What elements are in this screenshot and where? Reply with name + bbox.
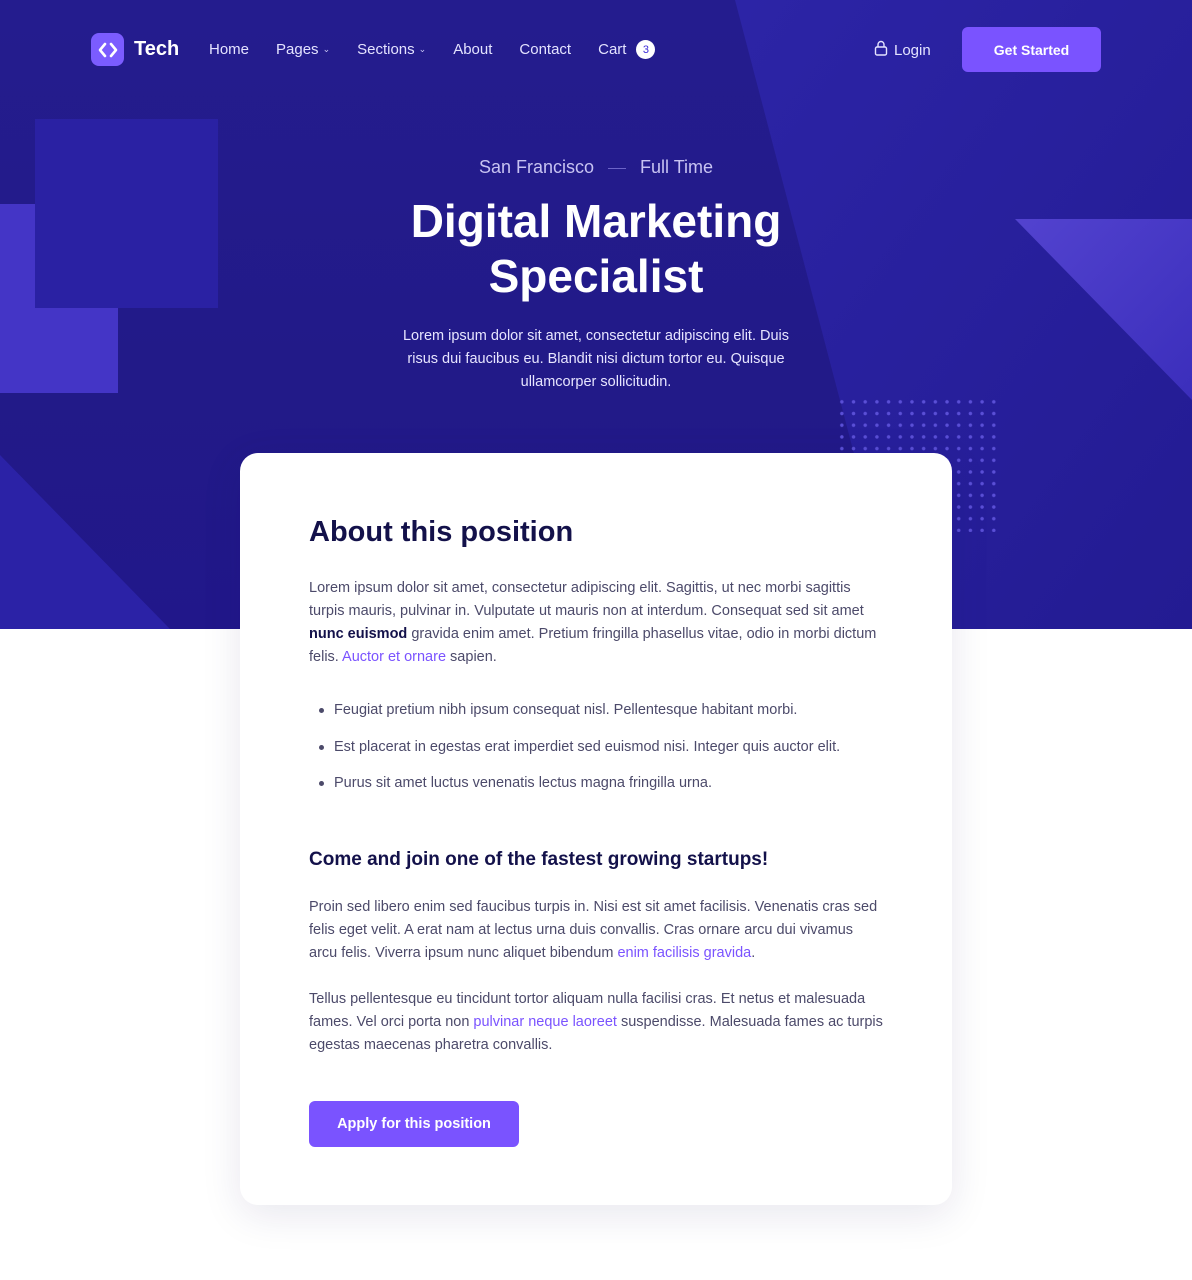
intro-paragraph: Lorem ipsum dolor sit amet, consectetur …: [309, 577, 884, 669]
code-brackets-icon: [91, 33, 124, 66]
job-type: Full Time: [640, 157, 714, 177]
nav-label: Contact: [519, 41, 572, 58]
nav-label: Sections: [357, 41, 415, 58]
body-paragraph: Tellus pellentesque eu tincidunt tortor …: [309, 988, 884, 1057]
intro-text: Lorem ipsum dolor sit amet, consectetur …: [309, 580, 864, 619]
nav-item-home[interactable]: Home: [209, 41, 249, 58]
job-location: San Francisco: [478, 157, 595, 177]
nav-label: Home: [209, 41, 250, 58]
bullet-list: Feugiat pretium nibh ipsum consequat nis…: [319, 700, 889, 810]
body-text: Proin sed libero enim sed faucibus turpi…: [309, 899, 878, 961]
apply-button[interactable]: Apply for this position: [309, 1101, 519, 1147]
nav-item-about[interactable]: About: [453, 41, 492, 58]
list-item: Feugiat pretium nibh ipsum consequat nis…: [319, 700, 889, 720]
login-link[interactable]: Login: [874, 40, 931, 60]
body-link[interactable]: enim facilisis gravida: [617, 945, 751, 961]
nav-item-pages[interactable]: Pages ⌄: [276, 41, 330, 58]
body-link[interactable]: pulvinar neque laoreet: [473, 1014, 617, 1030]
intro-link[interactable]: Auctor et ornare: [342, 649, 446, 665]
nav-label: About: [453, 41, 493, 58]
list-item: Est placerat in egestas erat imperdiet s…: [319, 737, 889, 757]
lock-icon: [874, 40, 888, 60]
intro-bold: nunc euismod: [309, 626, 408, 642]
card-subheading: Come and join one of the fastest growing…: [309, 849, 769, 870]
body-text: .: [751, 945, 756, 961]
top-nav: Tech Home Pages ⌄ Sections ⌄ About Contact…: [0, 0, 1192, 100]
nav-item-sections[interactable]: Sections ⌄: [357, 41, 426, 58]
login-label: Login: [894, 41, 931, 59]
position-card: About this position Lorem ipsum dolor si…: [240, 453, 952, 1205]
page: Tech Home Pages ⌄ Sections ⌄ About Contact…: [0, 0, 1192, 1280]
get-started-button[interactable]: Get Started: [962, 27, 1101, 72]
nav-item-cart[interactable]: Cart 3: [598, 40, 656, 59]
chevron-down-icon: ⌄: [322, 44, 331, 54]
logo[interactable]: Tech: [91, 33, 179, 66]
chevron-down-icon: ⌄: [418, 44, 427, 54]
meta-divider: [608, 167, 627, 169]
nav-label: Pages: [276, 41, 319, 58]
job-meta: San Francisco Full Time: [0, 157, 1192, 178]
nav-label: Cart: [598, 41, 627, 58]
hero-subtitle: Lorem ipsum dolor sit amet, consectetur …: [402, 328, 790, 390]
page-title: Digital Marketing Specialist: [410, 195, 782, 302]
intro-text: sapien.: [446, 649, 497, 665]
body-paragraph: Proin sed libero enim sed faucibus turpi…: [309, 896, 884, 965]
card-heading: About this position: [309, 516, 574, 548]
list-item: Purus sit amet luctus venenatis lectus m…: [319, 773, 889, 793]
logo-text: Tech: [134, 38, 180, 60]
nav-item-contact[interactable]: Contact: [519, 41, 571, 58]
cart-count-badge: 3: [636, 40, 656, 59]
main-menu: Home Pages ⌄ Sections ⌄ About Contact Cart…: [209, 40, 656, 59]
